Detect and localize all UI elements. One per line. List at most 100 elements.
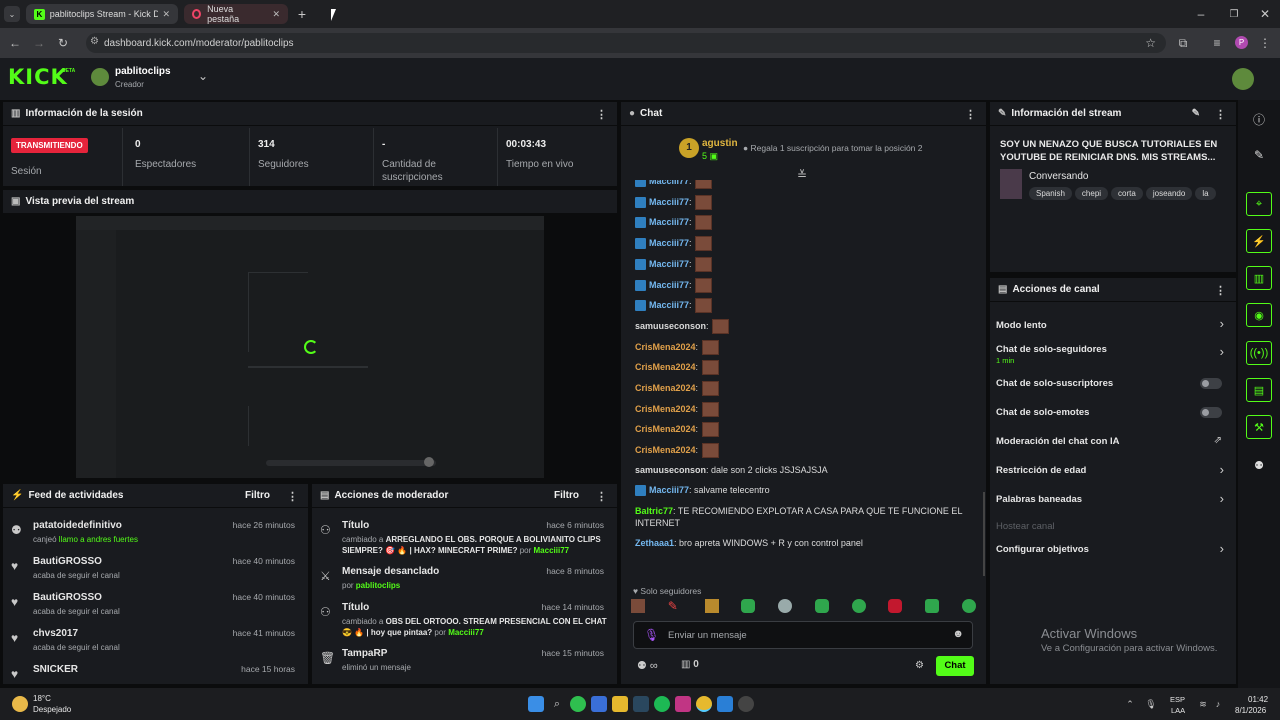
chat-username[interactable]: Macciii77 bbox=[649, 217, 689, 227]
emote-button[interactable] bbox=[741, 599, 756, 613]
microphone-icon[interactable]: 🎙 bbox=[1145, 696, 1157, 712]
tag[interactable]: la bbox=[1195, 187, 1216, 200]
tab-search-chevron-icon[interactable]: ⌄ bbox=[4, 6, 20, 22]
site-info-icon[interactable]: ⚙ bbox=[90, 36, 99, 47]
add-widget-icon[interactable]: ⚉ bbox=[1246, 453, 1272, 477]
chat-username[interactable]: CrisMena2024 bbox=[635, 424, 696, 434]
media-control-icon[interactable]: ≡ bbox=[1208, 34, 1226, 52]
info-icon[interactable]: ⓘ bbox=[1250, 110, 1268, 128]
zoom-icon[interactable] bbox=[591, 696, 607, 712]
chat-emote[interactable] bbox=[712, 318, 730, 334]
chrome-icon[interactable] bbox=[696, 696, 712, 712]
emote-button[interactable] bbox=[814, 599, 829, 613]
chat-emote[interactable] bbox=[695, 277, 713, 293]
back-arrow-icon[interactable]: ← bbox=[6, 34, 24, 52]
tag[interactable]: joseando bbox=[1145, 187, 1193, 200]
mod-action-name[interactable]: TampaRP bbox=[342, 648, 387, 659]
volume-icon[interactable]: ♪ bbox=[1212, 696, 1224, 712]
action-followers-only[interactable]: Chat de solo-seguidores 1 min › bbox=[990, 342, 1236, 368]
microphone-icon[interactable]: 🎙 bbox=[644, 628, 659, 642]
chat-username[interactable]: CrisMena2024 bbox=[635, 445, 696, 455]
emote-button[interactable]: ✎ bbox=[668, 599, 682, 613]
tab-new-tab[interactable]: Nueva pestaña ✕ bbox=[184, 4, 288, 24]
chat-emote[interactable] bbox=[695, 215, 713, 231]
feed-user[interactable]: SNICKER bbox=[33, 664, 78, 675]
forward-arrow-icon[interactable]: → bbox=[30, 34, 48, 52]
address-bar[interactable]: ⚙ dashboard.kick.com/moderator/pablitocl… bbox=[86, 33, 1166, 53]
bookmark-star-icon[interactable]: ☆ bbox=[1145, 36, 1156, 50]
edit-pencil-icon[interactable]: ✎ bbox=[1250, 146, 1268, 164]
notes-icon[interactable]: ▥ bbox=[1246, 266, 1272, 290]
more-options-icon[interactable]: ⋮ bbox=[1215, 108, 1226, 121]
chat-username[interactable]: Zethaaa1 bbox=[635, 538, 674, 548]
clip-capture-icon[interactable]: ⌖ bbox=[1246, 192, 1272, 216]
chat-emote[interactable] bbox=[695, 236, 713, 252]
broadcast-icon[interactable]: ((•)) bbox=[1246, 341, 1272, 365]
input-region[interactable]: LAA bbox=[1171, 706, 1185, 715]
chat-users-infinite-icon[interactable]: ⚉ ∞ bbox=[637, 659, 658, 672]
emote-button[interactable] bbox=[888, 599, 903, 613]
emote-button[interactable] bbox=[631, 599, 645, 613]
chat-username[interactable]: samuuseconson bbox=[635, 321, 706, 331]
taskbar-search-icon[interactable]: ⌕ bbox=[549, 696, 565, 712]
mod-action-user[interactable]: Macciii77 bbox=[448, 628, 484, 637]
chat-username[interactable]: Macciii77 bbox=[649, 197, 689, 207]
reload-icon[interactable]: ↻ bbox=[54, 34, 72, 52]
weather-temp[interactable]: 18°C bbox=[33, 694, 51, 703]
emote-button[interactable] bbox=[961, 599, 976, 613]
more-options-icon[interactable]: ⋮ bbox=[596, 490, 607, 503]
user-avatar[interactable] bbox=[1232, 68, 1254, 90]
chat-scrollbar[interactable] bbox=[983, 492, 985, 576]
clock-date[interactable]: 8/1/2026 bbox=[1235, 706, 1266, 715]
chat-emote[interactable] bbox=[701, 443, 719, 459]
feed-user[interactable]: BautiGROSSO bbox=[33, 592, 102, 603]
chat-username[interactable]: CrisMena2024 bbox=[635, 362, 696, 372]
tag[interactable]: corta bbox=[1111, 187, 1143, 200]
wifi-icon[interactable]: ≋ bbox=[1197, 696, 1209, 712]
steam-icon[interactable] bbox=[633, 696, 649, 712]
obs-icon[interactable] bbox=[738, 696, 754, 712]
action-banned-words[interactable]: Palabras baneadas › bbox=[990, 491, 1236, 513]
channel-switch-chevron-down-icon[interactable]: ⌄ bbox=[195, 68, 211, 84]
more-options-icon[interactable]: ⋮ bbox=[965, 108, 976, 121]
chat-input[interactable]: 🎙 Enviar un mensaje ☻ bbox=[633, 621, 973, 649]
whatsapp-icon[interactable] bbox=[570, 696, 586, 712]
action-slow-mode[interactable]: Modo lento › bbox=[990, 316, 1236, 338]
input-language[interactable]: ESP bbox=[1170, 695, 1185, 704]
subs-only-toggle[interactable] bbox=[1200, 378, 1222, 389]
chat-username[interactable]: Macciii77 bbox=[649, 238, 689, 248]
feed-user[interactable]: chvs2017 bbox=[33, 628, 78, 639]
wrench-icon[interactable]: ⚒ bbox=[1246, 415, 1272, 439]
action-ai-moderation[interactable]: Moderación del chat con IA ⇗ bbox=[990, 434, 1236, 454]
send-chat-button[interactable]: Chat bbox=[936, 656, 974, 676]
edit-pencil-icon[interactable]: ✎ bbox=[1192, 108, 1200, 119]
category-name[interactable]: Conversando bbox=[1029, 171, 1088, 182]
close-tab-icon[interactable]: ✕ bbox=[272, 9, 280, 20]
stream-video-player[interactable] bbox=[76, 216, 544, 478]
chat-username[interactable]: CrisMena2024 bbox=[635, 404, 696, 414]
chat-emote[interactable] bbox=[701, 339, 719, 355]
spotify-icon[interactable] bbox=[654, 696, 670, 712]
chat-username[interactable]: CrisMena2024 bbox=[635, 341, 696, 351]
profile-avatar[interactable]: P bbox=[1235, 36, 1248, 49]
feed-user[interactable]: BautiGROSSO bbox=[33, 556, 102, 567]
chat-settings-gear-icon[interactable]: ⚙ bbox=[915, 660, 924, 671]
feed-user[interactable]: patatoidedefinitivo bbox=[33, 520, 122, 531]
chat-emote[interactable] bbox=[701, 360, 719, 376]
action-configure-goals[interactable]: Configurar objetivos › bbox=[990, 541, 1236, 563]
new-tab-plus-icon[interactable]: + bbox=[294, 5, 310, 23]
emote-button[interactable] bbox=[925, 599, 940, 613]
emote-only-toggle[interactable] bbox=[1200, 407, 1222, 418]
chat-username[interactable]: samuuseconson bbox=[635, 465, 706, 475]
emote-button[interactable] bbox=[704, 599, 719, 613]
more-options-icon[interactable]: ⋮ bbox=[287, 490, 298, 503]
chat-username[interactable]: Macciii77 bbox=[649, 300, 689, 310]
chat-username[interactable]: Macciii77 bbox=[649, 485, 689, 495]
close-window-icon[interactable]: ✕ bbox=[1256, 5, 1274, 23]
maximize-window-icon[interactable]: ❐ bbox=[1225, 5, 1243, 23]
minimize-window-icon[interactable]: – bbox=[1192, 5, 1210, 23]
lightning-icon[interactable]: ⚡ bbox=[1246, 229, 1272, 253]
tray-chevron-up-icon[interactable]: ⌃ bbox=[1124, 696, 1136, 712]
layout-icon[interactable]: ▤ bbox=[1246, 378, 1272, 402]
action-emote-only[interactable]: Chat de solo-emotes bbox=[990, 405, 1236, 425]
